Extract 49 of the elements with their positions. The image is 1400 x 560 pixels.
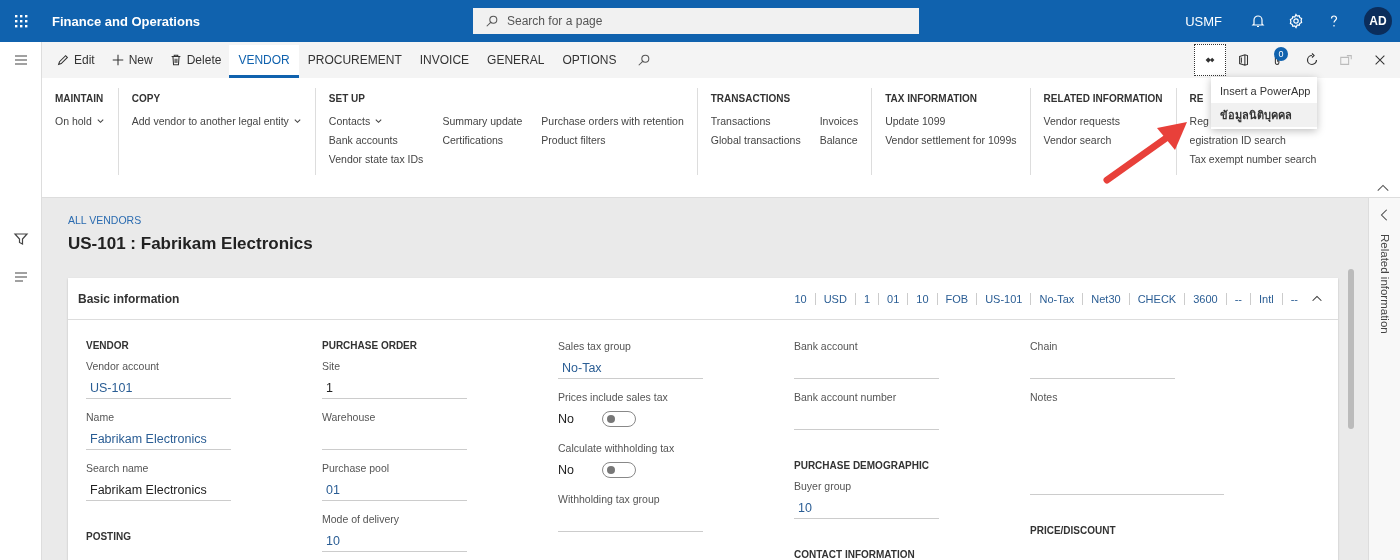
field-label: Withholding tax group: [558, 493, 661, 505]
section-heading: PRICE/DISCOUNT: [1030, 525, 1117, 536]
field-label: Prices include sales tax: [558, 391, 669, 403]
field-label: Buyer group: [794, 480, 853, 492]
field-label: Notes: [1030, 391, 1059, 403]
group-heading: SET UP: [328, 93, 365, 104]
group-heading: TRANSACTIONS: [710, 93, 791, 104]
card-title: Basic information: [78, 291, 180, 306]
field-label: Name: [86, 411, 115, 423]
summary-value: 3600: [1184, 292, 1226, 305]
field-label: Bank account: [794, 340, 859, 352]
section-heading: CONTACT INFORMATION: [794, 549, 916, 560]
field-label: Chain: [1030, 340, 1059, 352]
page-title: US-101 : Fabrikam Electronics: [68, 234, 314, 254]
summary-value: CHECK: [1128, 292, 1185, 305]
summary-value: 01: [878, 292, 908, 305]
field-label: Vendor account: [86, 360, 160, 372]
section-heading: POSTING: [86, 531, 132, 542]
toggle-value: No: [558, 412, 574, 426]
group-heading: RE: [1189, 93, 1204, 104]
toggle-value: No: [558, 463, 574, 477]
section-heading: VENDOR: [86, 340, 130, 351]
summary-value: 1: [854, 292, 879, 305]
summary-value: --: [1281, 292, 1306, 305]
field-label: Bank account number: [794, 391, 898, 403]
summary-value: 10: [793, 292, 808, 305]
summary-value: USD: [814, 292, 855, 305]
section-heading: PURCHASE DEMOGRAPHIC: [794, 460, 930, 471]
summary-value: 10: [907, 292, 937, 305]
group-heading: RELATED INFORMATION: [1043, 93, 1163, 104]
summary-value: FOB: [936, 292, 977, 305]
summary-value: No-Tax: [1030, 292, 1083, 305]
field-label: Calculate withholding tax: [558, 442, 676, 454]
summary-value: --: [1225, 292, 1250, 305]
section-heading: PURCHASE ORDER: [322, 340, 418, 351]
group-heading: COPY: [131, 93, 161, 104]
summary-value: Intl: [1250, 292, 1282, 305]
field-label: Mode of delivery: [322, 513, 401, 525]
app-title: Finance and Operations: [52, 13, 202, 29]
field-label: Warehouse: [322, 411, 377, 423]
summary-value: Net30: [1082, 292, 1129, 305]
count-badge: 0: [1274, 47, 1288, 61]
field-label: Sales tax group: [558, 340, 632, 352]
summary-value: US-101: [976, 292, 1031, 305]
group-heading: TAX INFORMATION: [885, 93, 977, 104]
field-label: Purchase pool: [322, 462, 391, 474]
field-label: Search name: [86, 462, 150, 474]
field-label: Site: [322, 360, 342, 372]
group-heading: MAINTAIN: [55, 93, 104, 104]
